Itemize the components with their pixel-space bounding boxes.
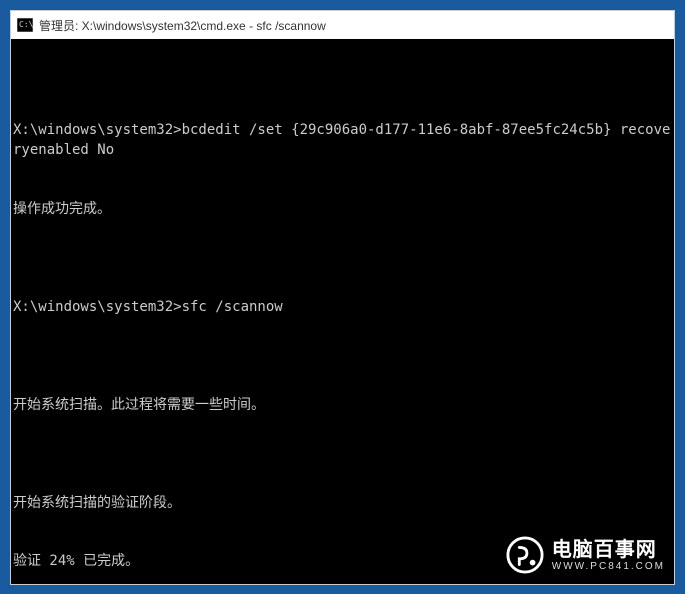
terminal-line: 操作成功完成。: [13, 200, 672, 220]
cmd-window: C:\ 管理员: X:\windows\system32\cmd.exe - s…: [10, 10, 675, 585]
terminal-output[interactable]: X:\windows\system32>bcdedit /set {29c906…: [11, 39, 674, 584]
window-title: 管理员: X:\windows\system32\cmd.exe - sfc /…: [39, 17, 326, 34]
cmd-icon: C:\: [17, 18, 33, 32]
svg-text:C:\: C:\: [19, 20, 33, 29]
terminal-line: 开始系统扫描的验证阶段。: [13, 494, 672, 514]
terminal-line: X:\windows\system32>bcdedit /set {29c906…: [13, 121, 672, 160]
terminal-line: 验证 24% 已完成。: [13, 552, 672, 572]
terminal-line: X:\windows\system32>sfc /scannow: [13, 298, 672, 318]
titlebar[interactable]: C:\ 管理员: X:\windows\system32\cmd.exe - s…: [11, 11, 674, 39]
terminal-line: 开始系统扫描。此过程将需要一些时间。: [13, 396, 672, 416]
